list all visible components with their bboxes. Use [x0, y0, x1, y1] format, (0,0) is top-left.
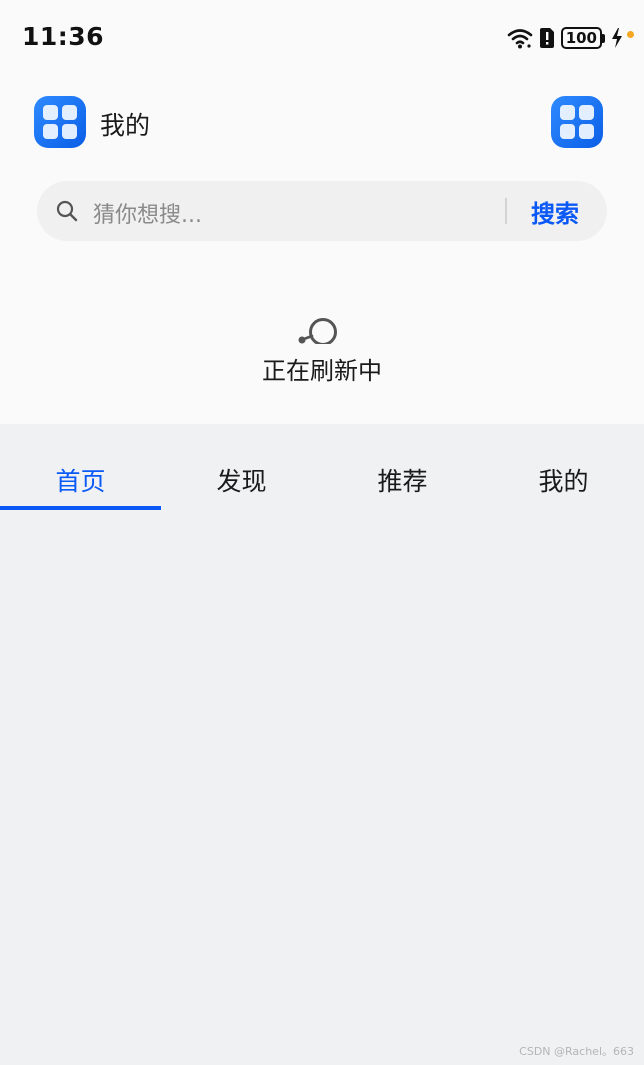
- search-icon: [56, 200, 78, 222]
- status-time: 11:36: [22, 22, 105, 51]
- wifi-icon: [507, 29, 532, 49]
- search-button[interactable]: 搜索: [531, 194, 579, 229]
- tab-recommend[interactable]: 推荐: [322, 424, 483, 514]
- pull-refresh-indicator: 正在刷新中: [0, 300, 644, 390]
- search-bar[interactable]: 猜你想搜... 搜索: [37, 181, 607, 241]
- tab-mine[interactable]: 我的: [483, 424, 644, 514]
- battery-icon: 100: [560, 27, 605, 49]
- charging-icon: [612, 28, 622, 48]
- charging-dot: [627, 30, 634, 38]
- watermark: CSDN @Rachel。663: [519, 1045, 634, 1058]
- status-icons: 100: [507, 22, 634, 54]
- header: 我的: [0, 96, 644, 152]
- app-grid-icon-right[interactable]: [551, 96, 603, 148]
- refresh-spinner-icon: [298, 318, 337, 344]
- tab-bar: 首页 发现 推荐 我的: [0, 424, 644, 514]
- battery-level: 100: [560, 27, 602, 49]
- refresh-text: 正在刷新中: [262, 357, 382, 385]
- tab-discover[interactable]: 发现: [161, 424, 322, 514]
- search-input[interactable]: 猜你想搜...: [93, 197, 202, 229]
- active-tab-indicator: [0, 506, 161, 510]
- tab-home[interactable]: 首页: [0, 424, 161, 514]
- status-bar: 11:36 100: [0, 0, 644, 76]
- page-title: 我的: [100, 111, 151, 140]
- app-grid-icon-left[interactable]: [34, 96, 86, 148]
- content-area: [0, 514, 644, 1034]
- sim-alert-icon: [539, 28, 554, 48]
- search-divider: [505, 198, 507, 224]
